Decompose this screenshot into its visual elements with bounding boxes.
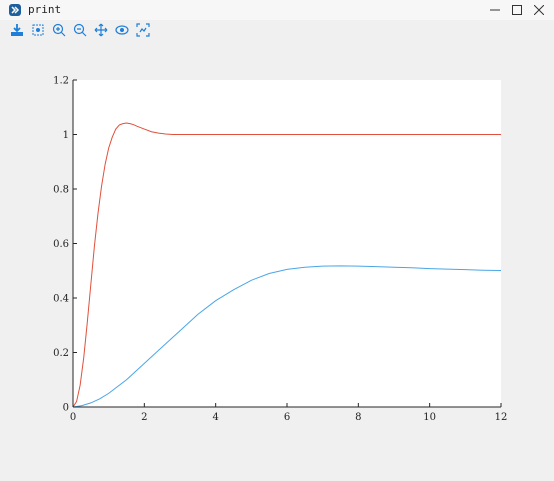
save-icon xyxy=(11,24,23,36)
app-logo-icon xyxy=(9,4,21,16)
y-tick-label: 1.2 xyxy=(53,76,69,87)
pan-icon xyxy=(94,23,108,37)
rotate-button[interactable] xyxy=(114,22,130,38)
axes-background xyxy=(73,80,501,407)
y-tick-label: 0.4 xyxy=(53,294,69,305)
window-title: print xyxy=(28,3,62,16)
figure-canvas: 0 2 4 6 8 10 12 0 0.2 0.4 0.6 0.8 1 1.2 xyxy=(0,40,554,477)
title-bar: print xyxy=(0,0,554,20)
data-cursor-icon xyxy=(32,24,44,36)
minimize-icon xyxy=(490,9,500,11)
zoom-in-button[interactable] xyxy=(51,22,67,38)
zoom-out-button[interactable] xyxy=(72,22,88,38)
line-chart[interactable]: 0 2 4 6 8 10 12 0 0.2 0.4 0.6 0.8 1 1.2 xyxy=(0,40,554,477)
close-button[interactable] xyxy=(528,0,550,20)
rotate-icon xyxy=(115,25,129,35)
maximize-icon xyxy=(512,5,522,15)
maximize-button[interactable] xyxy=(506,0,528,20)
restore-view-icon xyxy=(136,23,150,37)
x-tick-label: 2 xyxy=(141,412,147,423)
x-tick-label: 6 xyxy=(284,412,290,423)
y-tick-label: 0.6 xyxy=(53,239,69,250)
figure-toolbar xyxy=(0,20,554,40)
x-tick-label: 10 xyxy=(423,412,436,423)
zoom-in-icon xyxy=(52,23,66,37)
x-tick-label: 8 xyxy=(355,412,361,423)
pan-button[interactable] xyxy=(93,22,109,38)
save-button[interactable] xyxy=(9,22,25,38)
y-tick-label: 0.2 xyxy=(53,348,69,359)
x-tick-label: 0 xyxy=(70,412,76,423)
zoom-out-icon xyxy=(73,23,87,37)
x-tick-label: 4 xyxy=(212,412,218,423)
x-tick-label: 12 xyxy=(495,412,508,423)
y-tick-label: 0 xyxy=(63,403,69,414)
data-cursor-button[interactable] xyxy=(30,22,46,38)
y-tick-label: 1 xyxy=(63,130,69,141)
close-icon xyxy=(534,5,544,15)
minimize-button[interactable] xyxy=(484,0,506,20)
y-tick-label: 0.8 xyxy=(53,185,69,196)
restore-view-button[interactable] xyxy=(135,22,151,38)
